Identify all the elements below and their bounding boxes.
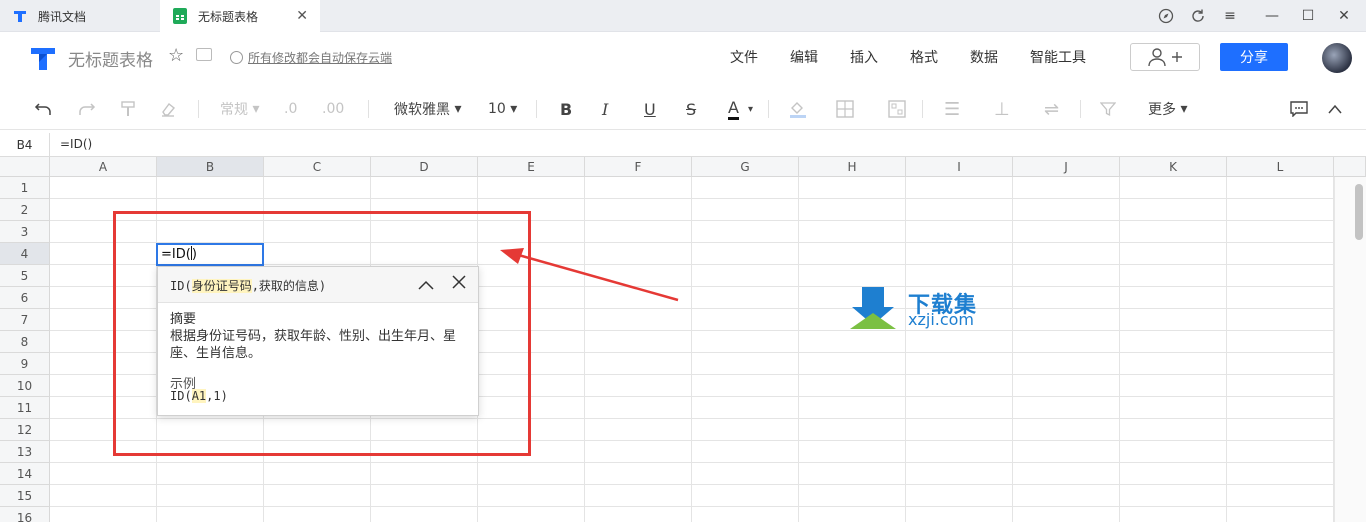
toolbar-divider xyxy=(768,100,769,118)
font-size-dropdown[interactable]: 10 ▾ xyxy=(488,98,517,120)
column-header[interactable]: D xyxy=(371,157,478,177)
column-header[interactable]: K xyxy=(1120,157,1227,177)
column-header[interactable]: L xyxy=(1227,157,1334,177)
compass-icon[interactable] xyxy=(1148,0,1184,32)
row-header[interactable]: 1 xyxy=(0,177,50,199)
row-header[interactable]: 7 xyxy=(0,309,50,331)
row-header[interactable]: 13 xyxy=(0,441,50,463)
menu-icon[interactable]: ≡ xyxy=(1212,0,1248,32)
toolbar-divider xyxy=(922,100,923,118)
menu-insert[interactable]: 插入 xyxy=(850,47,878,67)
menu-edit[interactable]: 编辑 xyxy=(790,47,818,67)
row-header[interactable]: 4 xyxy=(0,243,50,265)
row-header[interactable]: 3 xyxy=(0,221,50,243)
border-icon[interactable] xyxy=(836,98,854,120)
horizontal-align-icon[interactable]: ☰ xyxy=(944,98,960,120)
maximize-icon[interactable]: ☐ xyxy=(1290,0,1326,32)
column-header-spacer xyxy=(1334,157,1366,177)
tab-label: 无标题表格 xyxy=(198,9,259,24)
row-header[interactable]: 14 xyxy=(0,463,50,485)
toolbar: 常规 ▾ .0 .00 微软雅黑 ▾ 10 ▾ B I U S A ▾ ☰ ⊥ … xyxy=(0,88,1366,130)
check-circle-icon xyxy=(230,51,243,64)
increase-decimal-icon[interactable]: .00 xyxy=(322,98,344,120)
row-header[interactable]: 2 xyxy=(0,199,50,221)
toolbar-divider xyxy=(1080,100,1081,118)
row-header[interactable]: 6 xyxy=(0,287,50,309)
column-header[interactable]: B xyxy=(157,157,264,177)
italic-icon[interactable]: I xyxy=(602,98,608,120)
font-family-dropdown[interactable]: 微软雅黑 ▾ xyxy=(394,98,461,120)
column-header[interactable]: C xyxy=(264,157,371,177)
undo-icon[interactable] xyxy=(34,98,52,120)
toolbar-divider xyxy=(198,100,199,118)
underline-icon[interactable]: U xyxy=(644,98,656,120)
tab-tencent-docs[interactable]: 腾讯文档 xyxy=(0,0,158,32)
column-header[interactable]: F xyxy=(585,157,692,177)
fill-color-icon[interactable] xyxy=(788,98,808,120)
app-logo-icon[interactable] xyxy=(28,43,58,73)
vertical-align-icon[interactable]: ⊥ xyxy=(994,98,1010,120)
redo-icon[interactable] xyxy=(78,98,96,120)
row-header[interactable]: 11 xyxy=(0,397,50,419)
vertical-scrollbar-thumb[interactable] xyxy=(1355,184,1363,240)
merge-cells-icon[interactable] xyxy=(888,98,906,120)
folder-icon[interactable] xyxy=(196,48,212,61)
tab-bar: 腾讯文档 无标题表格 ✕ ≡ — ☐ ✕ xyxy=(0,0,1366,32)
formula-input[interactable]: =ID() xyxy=(60,137,92,151)
minimize-icon[interactable]: — xyxy=(1254,0,1290,32)
clear-format-icon[interactable] xyxy=(160,98,176,120)
more-dropdown[interactable]: 更多 ▾ xyxy=(1148,98,1187,120)
row-header[interactable]: 8 xyxy=(0,331,50,353)
cell-reference-box[interactable]: B4 xyxy=(0,133,50,157)
number-format-dropdown[interactable]: 常规 ▾ xyxy=(220,98,259,120)
close-tab-icon[interactable]: ✕ xyxy=(296,8,308,24)
chevron-down-icon[interactable]: ▾ xyxy=(748,98,753,120)
comment-icon[interactable] xyxy=(1290,98,1308,120)
tab-label: 腾讯文档 xyxy=(38,9,87,24)
column-header[interactable]: I xyxy=(906,157,1013,177)
column-header[interactable]: E xyxy=(478,157,585,177)
filter-icon[interactable] xyxy=(1100,98,1116,120)
formula-bar: B4 =ID() xyxy=(0,133,1366,157)
close-window-icon[interactable]: ✕ xyxy=(1326,0,1362,32)
row-header[interactable]: 9 xyxy=(0,353,50,375)
row-header[interactable]: 10 xyxy=(0,375,50,397)
row-header[interactable]: 12 xyxy=(0,419,50,441)
menu-data[interactable]: 数据 xyxy=(970,47,998,67)
column-header[interactable]: G xyxy=(692,157,799,177)
menu-format[interactable]: 格式 xyxy=(910,47,938,67)
tencent-docs-logo-icon xyxy=(12,8,28,24)
tab-untitled-sheet[interactable]: 无标题表格 ✕ xyxy=(160,0,320,32)
share-button[interactable]: 分享 xyxy=(1220,43,1288,71)
menu-file[interactable]: 文件 xyxy=(730,47,758,67)
row-header[interactable]: 16 xyxy=(0,507,50,522)
toolbar-divider xyxy=(368,100,369,118)
column-header[interactable]: J xyxy=(1013,157,1120,177)
highlight-annotation-box xyxy=(113,211,531,456)
column-header[interactable]: H xyxy=(799,157,906,177)
watermark-url: xzji.com xyxy=(908,310,975,329)
toolbar-divider xyxy=(536,100,537,118)
refresh-icon[interactable] xyxy=(1180,0,1216,32)
menu-smart-tools[interactable]: 智能工具 xyxy=(1030,47,1086,67)
star-icon[interactable]: ☆ xyxy=(168,45,184,66)
document-header: 无标题表格 ☆ 所有修改都会自动保存云端 文件 编辑 插入 格式 数据 智能工具… xyxy=(0,33,1366,83)
sheet-icon xyxy=(172,8,188,24)
annotation-arrow-icon xyxy=(500,248,679,302)
row-header[interactable]: 15 xyxy=(0,485,50,507)
font-color-icon[interactable]: A xyxy=(728,98,739,120)
invite-collaborator-button[interactable] xyxy=(1130,43,1200,71)
select-all-corner[interactable] xyxy=(0,157,50,177)
format-painter-icon[interactable] xyxy=(120,98,136,120)
decrease-decimal-icon[interactable]: .0 xyxy=(284,98,297,120)
text-wrap-icon[interactable]: ⇌ xyxy=(1044,98,1059,120)
column-header[interactable]: A xyxy=(50,157,157,177)
document-title[interactable]: 无标题表格 xyxy=(68,46,153,71)
collapse-toolbar-icon[interactable] xyxy=(1328,98,1342,120)
user-avatar[interactable] xyxy=(1322,43,1352,73)
row-header[interactable]: 5 xyxy=(0,265,50,287)
bold-icon[interactable]: B xyxy=(560,98,572,120)
strikethrough-icon[interactable]: S xyxy=(686,98,696,120)
save-status[interactable]: 所有修改都会自动保存云端 xyxy=(230,49,392,66)
